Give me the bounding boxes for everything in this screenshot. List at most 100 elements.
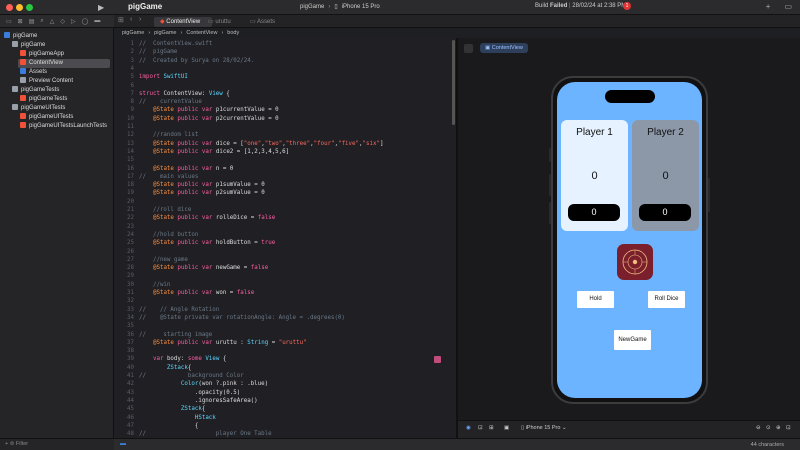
nav-item-folder[interactable]: Preview Content [20, 77, 73, 86]
tab-uruttu[interactable]: ▭ uruttu [202, 17, 237, 27]
selectable-icon[interactable]: ⊡ [478, 425, 483, 431]
zoom-out-icon[interactable]: ⊖ [756, 425, 761, 431]
code-line[interactable]: 27 //new game [114, 256, 456, 264]
run-icon[interactable]: ▶ [98, 3, 104, 12]
code-line[interactable]: 19 @State public var p2sumValue = 0 [114, 189, 456, 197]
code-line[interactable]: 22 @State public var rolleDice = false [114, 214, 456, 222]
code-line[interactable]: 8 // currentValue [114, 98, 456, 106]
code-line[interactable]: 5 import SwiftUI [114, 73, 456, 81]
nav-item-folder[interactable]: pigGame [12, 41, 45, 50]
code-line[interactable]: 29 [114, 272, 456, 280]
code-line[interactable]: 12 //random list [114, 131, 456, 139]
roll-dice-button[interactable]: Roll Dice [648, 291, 685, 308]
code-line[interactable]: 13 @State public var dice = ["one","two"… [114, 140, 456, 148]
code-line[interactable]: 34 // @State private var rotationAngle: A… [114, 314, 456, 322]
grid-icon[interactable]: ⊞ [118, 16, 124, 24]
filter-input[interactable]: Filter [16, 441, 28, 447]
code-line[interactable]: 37 @State public var uruttu : String = "… [114, 339, 456, 347]
pin-icon[interactable] [464, 44, 473, 53]
close-window-button[interactable] [6, 4, 13, 11]
code-line[interactable]: 39 var body: some View { [114, 355, 456, 363]
code-line[interactable]: 11 [114, 123, 456, 131]
code-line[interactable]: 1 // ContentView.swift [114, 40, 456, 48]
preview-chip[interactable]: ▣ ContentView [480, 43, 528, 53]
code-line[interactable]: 2 // pigGame [114, 48, 456, 56]
zoom-window-button[interactable] [26, 4, 33, 11]
code-line[interactable]: 46 HStack [114, 414, 456, 422]
debug-icon[interactable]: ▷ [71, 18, 76, 25]
code-line[interactable]: 40 ZStack{ [114, 364, 456, 372]
editor-scrollbar[interactable] [452, 40, 455, 125]
forward-icon[interactable]: › [139, 16, 141, 23]
nav-item-assets[interactable]: Assets [20, 68, 47, 77]
sidebar-right-icon[interactable]: ▭ [784, 2, 792, 11]
nav-item-file[interactable]: pigGameUITests [20, 113, 73, 122]
crumb-project[interactable]: pigGame [122, 30, 144, 36]
code-line[interactable]: 10 @State public var p2currentValue = 0 [114, 115, 456, 123]
code-line[interactable]: 17 // main values [114, 173, 456, 181]
code-line[interactable]: 41 // background Color [114, 372, 456, 380]
issue-icon[interactable]: △ [50, 18, 55, 25]
crumb-symbol[interactable]: body [227, 30, 239, 36]
report-icon[interactable]: ▬ [94, 18, 100, 24]
zoom-in-icon[interactable]: ⊕ [776, 425, 781, 431]
code-line[interactable]: 26 [114, 248, 456, 256]
code-line[interactable]: 30 //win [114, 281, 456, 289]
nav-item-folder[interactable]: pigGameUITests [12, 104, 65, 113]
nav-item-file[interactable]: pigGameTests [20, 95, 67, 104]
code-line[interactable]: 33 // // Angle Rotation [114, 306, 456, 314]
code-line[interactable]: 35 [114, 322, 456, 330]
code-line[interactable]: 36 // starting image [114, 331, 456, 339]
minimize-window-button[interactable] [16, 4, 23, 11]
hold-button[interactable]: Hold [577, 291, 614, 308]
code-line[interactable]: 25 @State public var holdButton = true [114, 239, 456, 247]
device-picker[interactable]: ▯ iPhone 15 Pro ⌄ [521, 425, 567, 431]
code-line[interactable]: 45 ZStack{ [114, 405, 456, 413]
code-editor[interactable]: 1 // ContentView.swift 2 // pigGame 3 // Crea… [114, 38, 456, 438]
debug-area-icon[interactable]: ▬ [120, 441, 126, 447]
symbol-icon[interactable]: ▤ [29, 18, 35, 25]
search-icon[interactable]: ⌕ [40, 18, 43, 24]
tab-assets[interactable]: ▭ Assets [244, 17, 281, 27]
test-icon[interactable]: ◇ [60, 18, 65, 25]
code-line[interactable]: 43 .opacity(0.5) [114, 389, 456, 397]
folder-icon[interactable]: ▭ [6, 18, 12, 25]
code-line[interactable]: 47 { [114, 422, 456, 430]
code-line[interactable]: 28 @State public var newGame = false [114, 264, 456, 272]
live-icon[interactable]: ◉ [466, 425, 471, 431]
source-control-icon[interactable]: ⊠ [18, 18, 23, 25]
crumb-file[interactable]: ContentView [186, 30, 217, 36]
code-line[interactable]: 44 .ignoresSafeArea() [114, 397, 456, 405]
navigator-filter[interactable]: + ⊜ Filter [0, 438, 114, 450]
zoom-fit-icon[interactable]: ⊡ [786, 425, 791, 431]
zoom-100-icon[interactable]: ⊙ [766, 425, 771, 431]
scheme-device[interactable]: iPhone 15 Pro [342, 4, 380, 10]
code-line[interactable]: 24 //hold button [114, 231, 456, 239]
nav-item-project[interactable]: pigGame [4, 32, 37, 41]
code-line[interactable]: 7 struct ContentView: View { [114, 90, 456, 98]
code-line[interactable]: 3 // Created by Surya on 28/02/24. [114, 57, 456, 65]
code-line[interactable]: 21 //roll dice [114, 206, 456, 214]
variants-icon[interactable]: ⊞ [489, 425, 494, 431]
code-line[interactable]: 15 [114, 156, 456, 164]
code-line[interactable]: 23 [114, 223, 456, 231]
nav-item-file[interactable]: pigGameApp [20, 50, 64, 59]
bookmark-icon[interactable] [434, 356, 441, 364]
code-line[interactable]: 48 // player One Table [114, 430, 456, 438]
code-line[interactable]: 4 [114, 65, 456, 73]
scheme-target[interactable]: pigGame [300, 4, 324, 10]
code-line[interactable]: 42 Color(won ?.pink : .blue) [114, 380, 456, 388]
code-line[interactable]: 32 [114, 297, 456, 305]
code-line[interactable]: 16 @State public var n = 0 [114, 165, 456, 173]
code-line[interactable]: 20 [114, 198, 456, 206]
nav-item-file[interactable]: pigGameUITestsLaunchTests [20, 122, 107, 131]
error-badge[interactable]: 1 [623, 2, 631, 10]
crumb-folder[interactable]: pigGame [154, 30, 176, 36]
back-icon[interactable]: ‹ [130, 16, 132, 23]
code-line[interactable]: 31 @State public var won = false [114, 289, 456, 297]
settings-icon[interactable]: ▣ [504, 425, 509, 431]
code-line[interactable]: 14 @State public var dice2 = [1,2,3,4,5,… [114, 148, 456, 156]
code-line[interactable]: 6 [114, 82, 456, 90]
code-line[interactable]: 9 @State public var p1currentValue = 0 [114, 106, 456, 114]
scheme-selector[interactable]: pigGame › ▯ iPhone 15 Pro [300, 3, 380, 11]
